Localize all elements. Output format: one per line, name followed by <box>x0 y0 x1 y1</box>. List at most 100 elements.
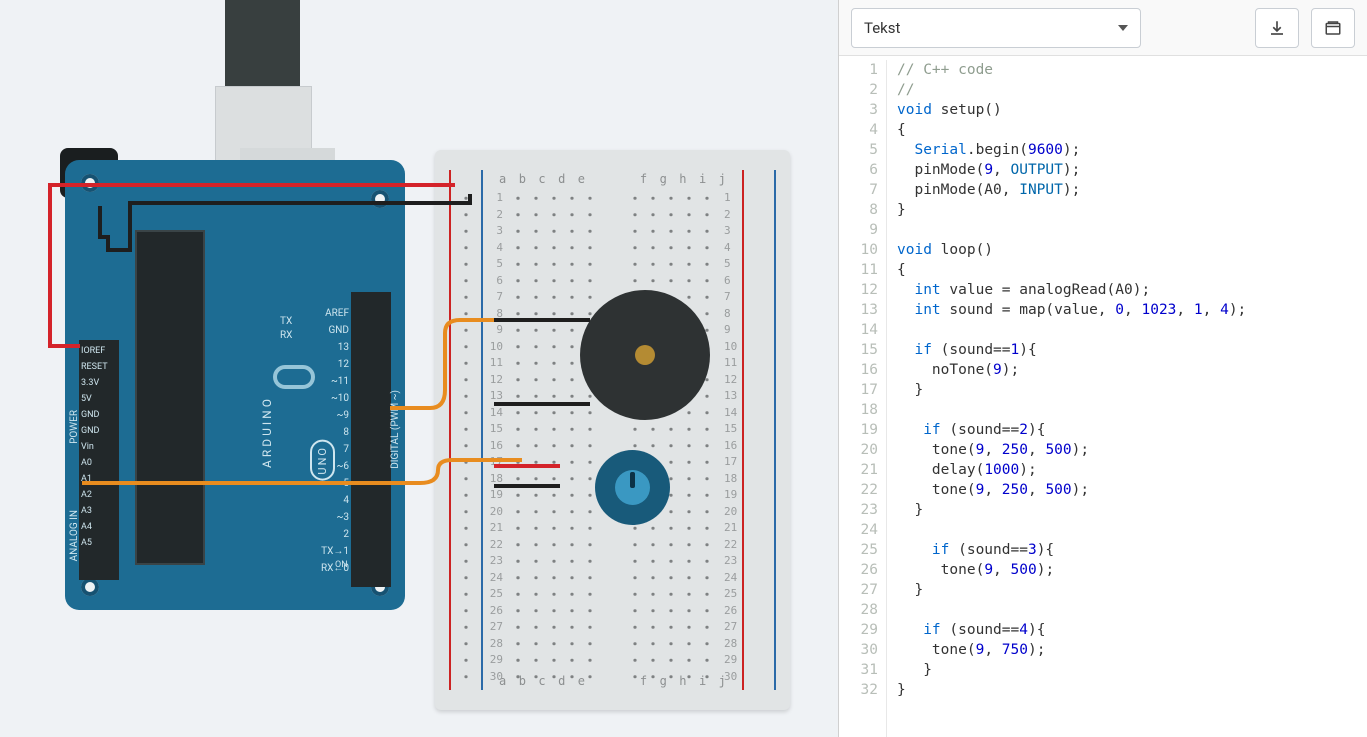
pin-label-13: 13 <box>309 342 349 353</box>
pin-label-4: 4 <box>309 495 349 506</box>
pin-label-2: 2 <box>309 529 349 540</box>
line-number: 7 <box>839 180 878 200</box>
code-line[interactable]: int value = analogRead(A0); <box>897 280 1246 300</box>
potentiometer[interactable] <box>595 450 670 525</box>
code-line[interactable] <box>897 320 1246 340</box>
code-line[interactable]: noTone(9); <box>897 360 1246 380</box>
code-line[interactable]: tone(9, 250, 500); <box>897 440 1246 460</box>
line-number: 10 <box>839 240 878 260</box>
line-number: 32 <box>839 680 878 700</box>
download-button[interactable] <box>1255 8 1299 48</box>
line-number: 25 <box>839 540 878 560</box>
pin-label-12: 12 <box>309 359 349 370</box>
pin-label-a0: A0 <box>81 458 92 468</box>
pin-label-7: 7 <box>309 444 349 455</box>
code-line[interactable]: pinMode(A0, INPUT); <box>897 180 1246 200</box>
breadboard-col-labels-top: abcdefghij <box>499 172 726 186</box>
potentiometer-knob[interactable] <box>615 470 650 505</box>
code-line[interactable]: // C++ code <box>897 60 1246 80</box>
left-minus-rail <box>481 170 483 690</box>
code-line[interactable] <box>897 400 1246 420</box>
line-number: 15 <box>839 340 878 360</box>
pin-label-3.3v: 3.3V <box>81 378 99 388</box>
line-number: 30 <box>839 640 878 660</box>
library-icon <box>1324 19 1342 37</box>
pin-label-a5: A5 <box>81 538 92 548</box>
code-line[interactable]: tone(9, 500); <box>897 560 1246 580</box>
atmega-chip <box>135 230 205 565</box>
pin-label-gnd: GND <box>309 325 349 336</box>
breadboard-row-numbers-right: 1234567891011121314151617181920212223242… <box>724 190 738 685</box>
arduino-uno-board[interactable]: ARDUINO UNO IOREFRESET3.3V5VGNDGNDVinA0A… <box>65 160 405 610</box>
code-line[interactable] <box>897 520 1246 540</box>
code-line[interactable]: } <box>897 680 1246 700</box>
code-line[interactable]: } <box>897 500 1246 520</box>
code-line[interactable]: tone(9, 750); <box>897 640 1246 660</box>
right-pin-header[interactable] <box>351 292 391 587</box>
line-number: 16 <box>839 360 878 380</box>
line-number: 22 <box>839 480 878 500</box>
code-line[interactable]: } <box>897 660 1246 680</box>
line-number-gutter: 1234567891011121314151617181920212223242… <box>839 60 887 737</box>
line-number: 29 <box>839 620 878 640</box>
code-line[interactable]: if (sound==3){ <box>897 540 1246 560</box>
code-mode-dropdown[interactable]: Tekst <box>851 8 1141 48</box>
pin-label-gnd: GND <box>81 410 99 420</box>
breadboard[interactable]: abcdefghij abcdefghij 123456789101112131… <box>435 150 790 710</box>
code-line[interactable]: } <box>897 380 1246 400</box>
pin-label-5: ~5 <box>309 478 349 489</box>
code-line[interactable]: if (sound==4){ <box>897 620 1246 640</box>
pin-label-gnd: GND <box>81 426 99 436</box>
code-line[interactable] <box>897 600 1246 620</box>
circuit-canvas[interactable]: ARDUINO UNO IOREFRESET3.3V5VGNDGNDVinA0A… <box>0 0 838 737</box>
dropdown-label: Tekst <box>864 19 900 37</box>
line-number: 12 <box>839 280 878 300</box>
line-number: 18 <box>839 400 878 420</box>
pin-label-11: ~11 <box>309 376 349 387</box>
code-line[interactable]: void loop() <box>897 240 1246 260</box>
code-line[interactable]: { <box>897 260 1246 280</box>
pin-label-aref: AREF <box>309 308 349 319</box>
code-line[interactable]: if (sound==2){ <box>897 420 1246 440</box>
line-number: 8 <box>839 200 878 220</box>
code-panel: Tekst 1234567891011121314151617181920212… <box>838 0 1367 737</box>
line-number: 17 <box>839 380 878 400</box>
piezo-buzzer[interactable] <box>580 290 710 420</box>
line-number: 13 <box>839 300 878 320</box>
usb-cable <box>225 0 300 90</box>
line-number: 20 <box>839 440 878 460</box>
line-number: 26 <box>839 560 878 580</box>
line-number: 31 <box>839 660 878 680</box>
library-button[interactable] <box>1311 8 1355 48</box>
download-icon <box>1268 19 1286 37</box>
code-line[interactable]: Serial.begin(9600); <box>897 140 1246 160</box>
code-line[interactable]: delay(1000); <box>897 460 1246 480</box>
code-line[interactable]: } <box>897 580 1246 600</box>
line-number: 1 <box>839 60 878 80</box>
line-number: 4 <box>839 120 878 140</box>
pin-label-reset: RESET <box>81 362 108 372</box>
code-content[interactable]: // C++ code//void setup(){ Serial.begin(… <box>887 60 1246 737</box>
code-line[interactable] <box>897 220 1246 240</box>
on-label: ON <box>335 560 348 570</box>
code-line[interactable]: void setup() <box>897 100 1246 120</box>
pin-label-a3: A3 <box>81 506 92 516</box>
code-line[interactable]: { <box>897 120 1246 140</box>
line-number: 19 <box>839 420 878 440</box>
pin-label-a4: A4 <box>81 522 92 532</box>
code-line[interactable]: // <box>897 80 1246 100</box>
digital-group-label: DIGITAL (PWM ~) <box>390 390 401 469</box>
pin-label-ioref: IOREF <box>81 346 105 356</box>
power-group-label: POWER <box>69 410 80 444</box>
pin-label-9: ~9 <box>309 410 349 421</box>
code-line[interactable]: } <box>897 200 1246 220</box>
pin-label-a1: A1 <box>81 474 92 484</box>
code-line[interactable]: if (sound==1){ <box>897 340 1246 360</box>
pin-label-tx1: TX→1 <box>309 546 349 557</box>
pin-label-6: ~6 <box>309 461 349 472</box>
code-line[interactable]: tone(9, 250, 500); <box>897 480 1246 500</box>
code-line[interactable]: int sound = map(value, 0, 1023, 1, 4); <box>897 300 1246 320</box>
code-editor[interactable]: 1234567891011121314151617181920212223242… <box>839 56 1367 737</box>
analog-group-label: ANALOG IN <box>69 510 80 561</box>
code-line[interactable]: pinMode(9, OUTPUT); <box>897 160 1246 180</box>
